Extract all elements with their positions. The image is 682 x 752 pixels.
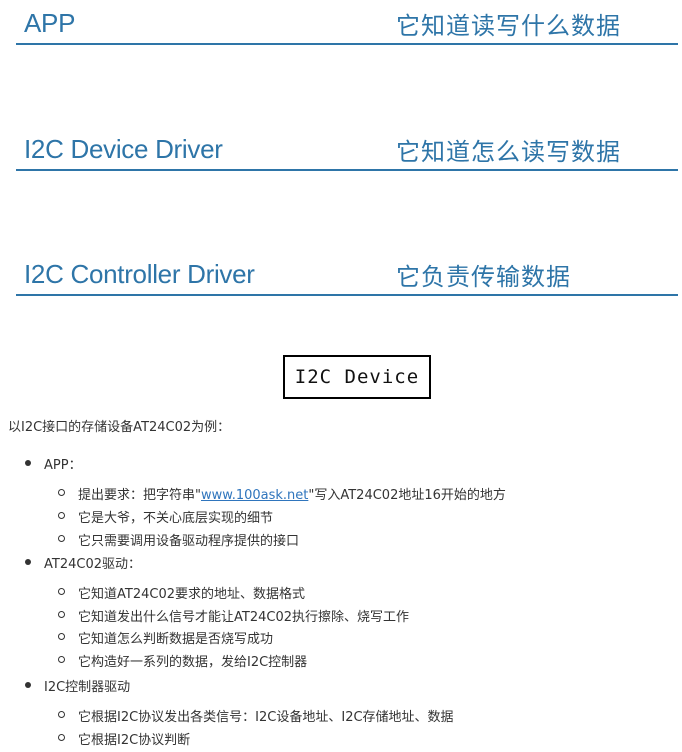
intro-text: 以I2C接口的存储设备AT24C02为例： [8, 420, 231, 435]
list-item-i2c-controller-driver: I2C控制器驱动 [24, 676, 130, 695]
list-subitem: 它根据I2C协议判断 [57, 729, 190, 748]
layer-row-controller-driver: I2C Controller Driver 它负责传输数据 [16, 259, 678, 296]
list-subitem: 它知道AT24C02要求的地址、数据格式 [58, 583, 305, 602]
website-link[interactable]: www.100ask.net [201, 488, 308, 503]
layer-name: I2C Device Driver [24, 134, 223, 164]
list-subitem: 它构造好一系列的数据，发给I2C控制器 [57, 651, 307, 670]
layer-row-app: APP 它知道读写什么数据 [16, 8, 678, 45]
list-subitem: 它只需要调用设备驱动程序提供的接口 [57, 530, 299, 549]
list-subitem: 提出要求：把字符串"www.100ask.net"写入AT24C02地址16开始… [58, 484, 506, 503]
list-item-app: APP： [25, 454, 82, 473]
layer-role: 它知道读写什么数据 [396, 12, 621, 40]
layer-name: I2C Controller Driver [24, 259, 255, 289]
list-subitem-text: "写入AT24C02地址16开始的地方 [308, 488, 506, 503]
list-subitem: 它根据I2C协议发出各类信号：I2C设备地址、I2C存储地址、数据 [58, 706, 454, 725]
i2c-device-box: I2C Device [283, 355, 431, 399]
layer-role: 它知道怎么读写数据 [396, 138, 621, 166]
layer-name: APP [24, 8, 76, 38]
list-subitem: 它知道发出什么信号才能让AT24C02执行擦除、烧写工作 [58, 606, 409, 625]
layer-role: 它负责传输数据 [396, 263, 571, 291]
layer-row-device-driver: I2C Device Driver 它知道怎么读写数据 [16, 134, 678, 171]
list-item-at24c02-driver: AT24C02驱动： [25, 553, 141, 572]
list-subitem-text: 提出要求：把字符串" [78, 488, 201, 503]
list-subitem: 它知道怎么判断数据是否烧写成功 [57, 628, 273, 647]
list-subitem: 它是大爷，不关心底层实现的细节 [57, 507, 273, 526]
